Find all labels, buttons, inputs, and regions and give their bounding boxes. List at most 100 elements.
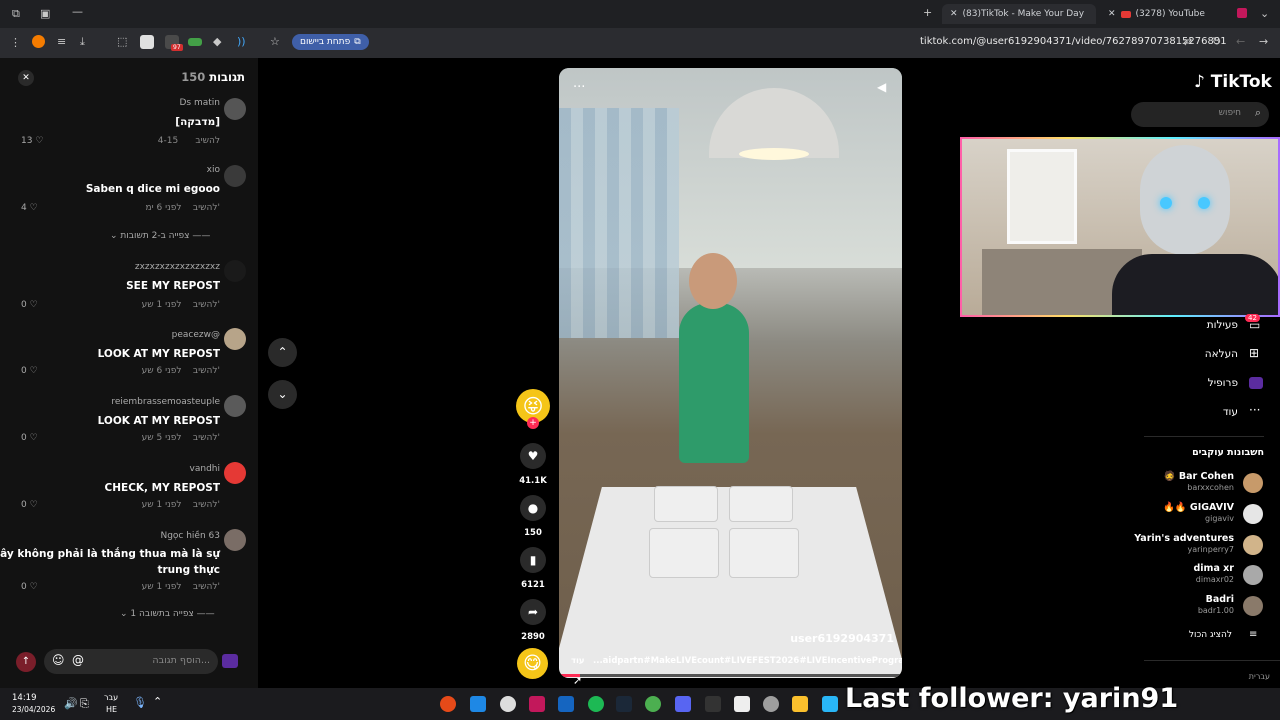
search-icon[interactable]: ⌕ (1255, 106, 1261, 120)
comment-user[interactable]: Ds matin (180, 98, 221, 108)
app-icon-red[interactable] (440, 696, 456, 712)
comment-like[interactable]: 4 ♡ (21, 203, 38, 213)
system-settings-icon[interactable] (763, 696, 779, 712)
tiktok-logo[interactable]: ♪ TikTok (1194, 72, 1272, 92)
avatar[interactable] (224, 328, 246, 350)
nav-activity[interactable]: פעילות (1207, 319, 1238, 331)
nav-more[interactable]: עוד (1223, 406, 1238, 418)
reply-link[interactable]: להשיב (193, 203, 218, 213)
view-replies-link[interactable]: ⌄ צפייה ב-2 תשובות —— (110, 231, 210, 241)
microphone-icon[interactable]: 🎙 (133, 696, 147, 709)
tab-youtube[interactable]: ✕ (3278) YouTube (1100, 4, 1230, 24)
language-footer[interactable]: עברית (1249, 672, 1270, 681)
menu-dots-icon[interactable]: ⋮ (10, 36, 21, 49)
tf-app-icon[interactable] (529, 696, 545, 712)
next-video-button[interactable]: ⌄ (268, 380, 297, 409)
close-icon[interactable]: ✕ (950, 9, 958, 19)
like-button[interactable]: ♥ (520, 443, 546, 469)
comment-like[interactable]: 0 ♡ (21, 433, 38, 443)
mention-icon[interactable]: @ (72, 653, 84, 667)
open-in-app-button[interactable]: פתחת ביישום ⧉ (292, 34, 369, 50)
emoji-icon[interactable]: ☺ (52, 653, 65, 667)
profile-icon[interactable] (1237, 8, 1247, 18)
reply-link[interactable]: להשיב (193, 433, 218, 443)
volume-icon[interactable]: ◀ (877, 80, 886, 94)
nav-upload[interactable]: העלאה (1205, 348, 1238, 360)
clock-date[interactable]: 23/04/2026 (12, 705, 55, 714)
avatar[interactable] (224, 395, 246, 417)
tab-tiktok[interactable]: ✕ (83)TikTok - Make Your Day (942, 4, 1096, 24)
forward-icon[interactable]: ← (1236, 35, 1245, 48)
close-icon[interactable]: ✕ (1108, 9, 1116, 19)
caption-more-link[interactable]: עוד (571, 656, 585, 666)
window-menu-icon[interactable]: ⧉ (12, 7, 20, 21)
reload-icon[interactable]: ↻ (1212, 35, 1221, 48)
tab-list-icon[interactable]: ⌄ (1260, 7, 1269, 20)
comment-like[interactable]: 13 ♡ (21, 136, 43, 146)
site-settings-icon[interactable]: ⇄ (1183, 35, 1192, 48)
avatar[interactable] (224, 529, 246, 551)
save-button[interactable]: ▮ (520, 547, 546, 573)
profile-avatar[interactable] (1249, 377, 1263, 389)
diamond-extension-icon[interactable]: ◆ (213, 35, 221, 48)
search-input[interactable]: חיפוש ⌕ (1131, 102, 1269, 127)
reply-link[interactable]: להשיב (193, 300, 218, 310)
bookmark-star-icon[interactable]: ☆ (270, 35, 280, 48)
close-comments-icon[interactable]: ✕ (18, 70, 34, 86)
reply-link[interactable]: להשיב (193, 500, 218, 510)
send-icon[interactable]: ↑ (16, 652, 36, 672)
comment-like[interactable]: 0 ♡ (21, 500, 38, 510)
language-indicator-top[interactable]: עבר (104, 693, 118, 702)
sound-avatar[interactable]: 😋 (517, 648, 548, 679)
volume-icon[interactable]: 🔊 (64, 697, 78, 710)
windows-icon[interactable] (822, 696, 838, 712)
extensions-icon[interactable]: ⬚ (117, 35, 127, 48)
comment-user[interactable]: peacezw@ (172, 330, 220, 340)
comment-like[interactable]: 0 ♡ (21, 366, 38, 376)
comment-user[interactable]: zxzxzxzxzxzxzxzxz (135, 262, 220, 272)
steam-icon[interactable] (616, 696, 632, 712)
video-progress-track[interactable] (559, 674, 902, 677)
reader-icon[interactable]: ≡ (57, 35, 66, 48)
avatar[interactable] (224, 98, 246, 120)
minimize-icon[interactable]: — (72, 5, 83, 18)
battery-extension-icon[interactable] (188, 38, 202, 46)
clock-time[interactable]: 14:19 (12, 693, 37, 703)
share-button[interactable]: ➦ (520, 599, 546, 625)
tray-chevron-icon[interactable]: ⌃ (153, 695, 162, 708)
comment-input[interactable]: ☺ @ הוסף תגובה... (44, 649, 218, 674)
comment-user[interactable]: Ngọc hiền 63 (160, 531, 220, 541)
nav-profile[interactable]: פרופיל (1208, 377, 1238, 389)
settings-gear-icon[interactable] (500, 696, 516, 712)
avatar[interactable] (224, 260, 246, 282)
more-options-icon[interactable]: ··· (573, 80, 585, 95)
comment-button[interactable]: ● (520, 495, 546, 521)
tab-search-icon[interactable]: ▣ (40, 7, 50, 20)
video-player[interactable]: ··· ◀ user6192904371 ...aidpartn#MakeLIV… (559, 68, 902, 678)
video-author[interactable]: user6192904371 (790, 632, 894, 645)
chrome-icon[interactable] (645, 696, 661, 712)
file-explorer-icon[interactable] (792, 696, 808, 712)
spotify-icon[interactable] (588, 696, 604, 712)
new-tab-icon[interactable]: + (923, 6, 932, 19)
inbox-icon[interactable]: ▭ (1249, 318, 1260, 332)
comment-user[interactable]: vandhi (190, 464, 220, 474)
discord-icon[interactable] (675, 696, 691, 712)
more-dots-icon[interactable]: ··· (1249, 403, 1260, 417)
obs-icon[interactable] (705, 696, 721, 712)
word-icon[interactable] (558, 696, 574, 712)
download-icon[interactable]: ⤓ (80, 35, 85, 49)
comment-like[interactable]: 0 ♡ (21, 582, 38, 592)
avatar[interactable] (224, 462, 246, 484)
reply-link[interactable]: להשיב (193, 582, 218, 592)
language-indicator-bottom[interactable]: HE (106, 705, 117, 714)
comment-user[interactable]: reiembrassemoasteuple (111, 397, 220, 407)
extension-icon[interactable] (32, 35, 45, 48)
back-icon[interactable]: → (1259, 35, 1268, 48)
previous-video-button[interactable]: ⌃ (268, 338, 297, 367)
start-grid-icon[interactable] (470, 696, 486, 712)
follow-plus-icon[interactable]: + (527, 417, 539, 429)
avatar[interactable] (224, 165, 246, 187)
wave-extension-icon[interactable]: )) (237, 35, 246, 48)
url-field[interactable]: tiktok.com/@user6192904371/video/7627897… (920, 36, 1227, 47)
